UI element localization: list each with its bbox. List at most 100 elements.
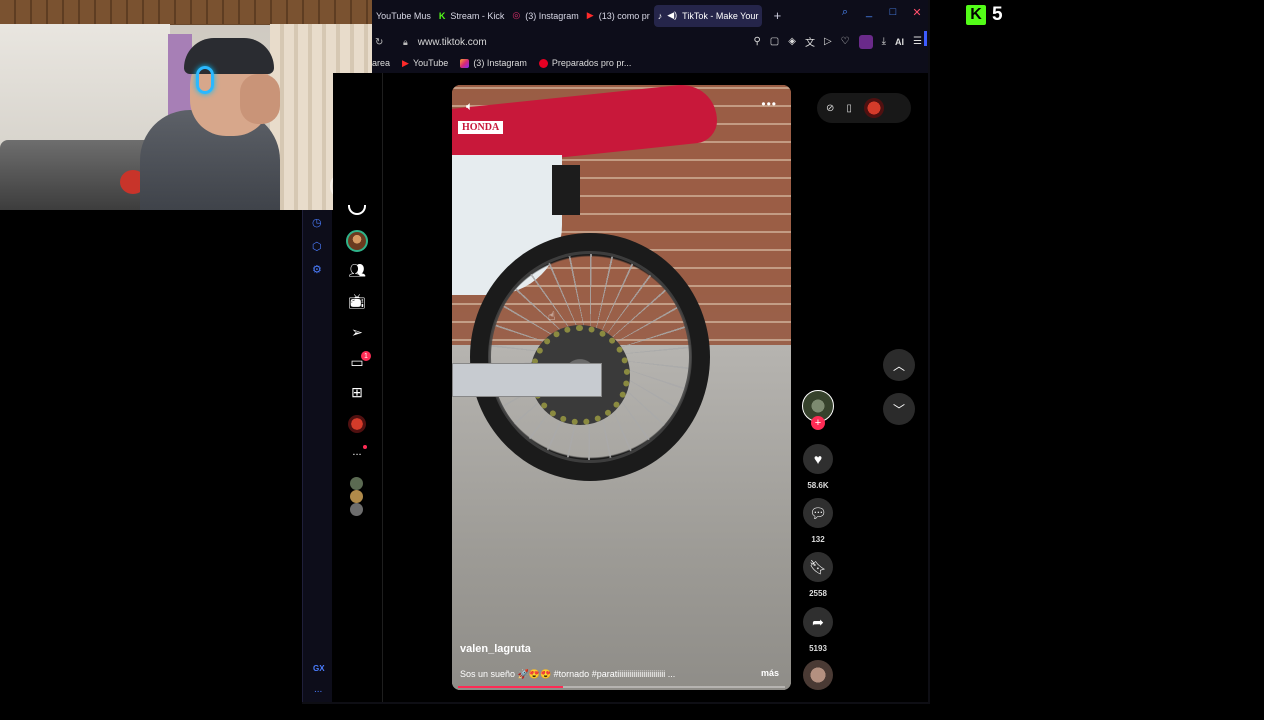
- comment-icon[interactable]: 💬︎: [803, 498, 833, 528]
- speaker-icon: ◀): [667, 10, 678, 20]
- followed-account-avatar[interactable]: [350, 490, 363, 503]
- chevron-down-icon: ﹀: [892, 402, 905, 417]
- see-more-button[interactable]: más: [761, 668, 779, 678]
- gx-more-button[interactable]: ...: [314, 684, 322, 695]
- tab-label: Stream - Kick: [450, 10, 505, 21]
- tab-kick[interactable]: K Stream - Kick: [435, 5, 509, 27]
- upload-icon[interactable]: ⊞: [346, 381, 368, 403]
- instagram-icon: [460, 58, 470, 68]
- live-icon[interactable]: 📺︎: [346, 290, 368, 312]
- explore-icon[interactable]: [348, 205, 366, 215]
- video-top-controls: ⊘ ▯: [817, 93, 911, 123]
- bookmark-item[interactable]: (3) Instagram: [460, 58, 527, 68]
- cursor-icon: ☝︎: [548, 309, 556, 323]
- bookmark-label: Preparados pro pr...: [551, 58, 632, 68]
- tab-label: (3) Instagram: [525, 10, 579, 21]
- sidebar-toggle-indicator: [924, 31, 927, 46]
- screenshot-icon[interactable]: ▢: [770, 36, 779, 47]
- bookmark-item[interactable]: Preparados pro pr...: [538, 58, 632, 68]
- bookmark-item[interactable]: area: [372, 58, 390, 68]
- music-disc-icon[interactable]: [803, 660, 833, 690]
- headphone-icon: [196, 66, 214, 94]
- tab-youtube-video[interactable]: ▶ (13) como pr: [583, 5, 654, 27]
- settings-icon[interactable]: ☰: [913, 36, 922, 47]
- extension-icon[interactable]: [858, 34, 873, 49]
- followed-account-avatar[interactable]: [350, 503, 363, 516]
- video-player[interactable]: HONDA 🔈︎ ••• ☝︎ valen_lagruta Sos un sue…: [452, 85, 791, 690]
- gx-label[interactable]: GX: [313, 664, 325, 673]
- follow-button[interactable]: +: [811, 416, 825, 430]
- download-icon[interactable]: ⤓: [882, 36, 886, 47]
- save-count: 2558: [809, 589, 827, 598]
- play-icon[interactable]: ▷: [824, 36, 832, 47]
- pin-icon[interactable]: ⚲: [753, 36, 760, 47]
- youtube-icon: ▶: [402, 57, 409, 68]
- webcam-ceiling: [0, 0, 372, 24]
- kick-icon: K: [966, 5, 986, 25]
- tab-youtube-music[interactable]: YouTube Mus: [372, 5, 435, 27]
- bookmarks-bar: area ▶ YouTube (3) Instagram Preparados …: [372, 53, 928, 73]
- tiktok-left-nav: 👥︎ 📺︎ ➢ ▭ 1 ⊞ ...: [333, 73, 383, 702]
- bookmark-label: YouTube: [412, 58, 449, 68]
- address-bar-icons: ⚲ ▢ ◈ 文 ▷ ♡ ⤓ AI ☰: [753, 34, 922, 49]
- video-progress-bar[interactable]: [458, 686, 785, 688]
- gx-sidebar: ◷ ⬡ ⚙ GX ...: [302, 210, 332, 702]
- extensions-icon[interactable]: ⬡: [312, 240, 322, 253]
- video-shock: [552, 165, 580, 215]
- video-more-icon[interactable]: •••: [761, 97, 777, 111]
- next-video-button[interactable]: ﹀: [883, 393, 915, 425]
- browser-tab-bar: YouTube Mus K Stream - Kick ◎ (3) Instag…: [372, 0, 928, 31]
- shield-icon[interactable]: ◈: [788, 36, 796, 47]
- instagram-icon: ◎: [512, 10, 521, 20]
- lock-icon[interactable]: 🔒︎: [403, 37, 408, 48]
- user-avatar[interactable]: [863, 98, 884, 118]
- video-progress-fill: [458, 686, 563, 688]
- previous-video-button[interactable]: ︿: [883, 349, 915, 381]
- volume-icon[interactable]: 🔈︎: [466, 99, 473, 114]
- notification-dot: [363, 445, 367, 449]
- sidebar-profile-avatar[interactable]: [346, 230, 368, 252]
- gear-icon[interactable]: ⚙: [312, 263, 322, 276]
- browser-window-bottom-edge: [302, 702, 930, 704]
- tab-label: YouTube Mus: [376, 10, 431, 21]
- following-icon[interactable]: 👥︎: [346, 259, 368, 281]
- bookmark-icon[interactable]: 🔖︎: [803, 552, 833, 582]
- tab-label: TikTok - Make Your: [682, 10, 759, 21]
- reload-icon[interactable]: ↻: [375, 37, 389, 48]
- kick-icon: K: [438, 10, 446, 21]
- minimize-button[interactable]: _: [862, 6, 876, 19]
- chevron-up-icon: ︿: [892, 358, 905, 373]
- new-tab-button[interactable]: +: [768, 7, 786, 25]
- followed-account-avatar[interactable]: [350, 477, 363, 490]
- maximize-button[interactable]: □: [886, 6, 900, 19]
- url-field[interactable]: www.tiktok.com: [418, 37, 487, 48]
- profile-avatar[interactable]: [348, 415, 366, 433]
- search-tabs-icon[interactable]: ⌕: [838, 6, 852, 19]
- video-author[interactable]: valen_lagruta: [460, 643, 531, 655]
- ai-button[interactable]: AI: [895, 37, 904, 47]
- tab-instagram[interactable]: ◎ (3) Instagram: [508, 5, 582, 27]
- viewer-count: 5: [992, 4, 1003, 25]
- like-icon[interactable]: ♥: [803, 444, 833, 474]
- compass-icon[interactable]: ⊘: [826, 103, 834, 114]
- bookmark-label: area: [372, 58, 391, 68]
- tab-tiktok[interactable]: ♪ ◀) TikTok - Make Your: [653, 4, 763, 27]
- share-count: 5193: [809, 644, 827, 653]
- youtube-icon: ▶: [586, 10, 594, 20]
- history-icon[interactable]: ◷: [312, 216, 322, 229]
- browser-window-edge: [928, 0, 930, 702]
- webcam-overlay: [0, 0, 372, 210]
- close-button[interactable]: ✕: [910, 6, 924, 19]
- video-description: Sos un sueño 🚀😍😍 #tornado #paratiiiiiiii…: [460, 669, 676, 679]
- phone-icon[interactable]: ▯: [846, 103, 852, 114]
- honda-logo: HONDA: [458, 121, 504, 134]
- pinterest-icon: [538, 58, 548, 68]
- send-icon[interactable]: ➢: [346, 321, 368, 343]
- heart-icon[interactable]: ♡: [841, 36, 850, 47]
- address-bar: ↻ 🔒︎ www.tiktok.com ⚲ ▢ ◈ 文 ▷ ♡ ⤓ AI ☰: [372, 31, 928, 53]
- window-controls: ⌕ _ □ ✕: [838, 6, 924, 19]
- bookmark-item[interactable]: ▶ YouTube: [402, 58, 448, 69]
- share-icon[interactable]: ➦: [803, 607, 833, 637]
- translate-icon[interactable]: 文: [805, 34, 815, 49]
- video-swingarm: [452, 363, 602, 397]
